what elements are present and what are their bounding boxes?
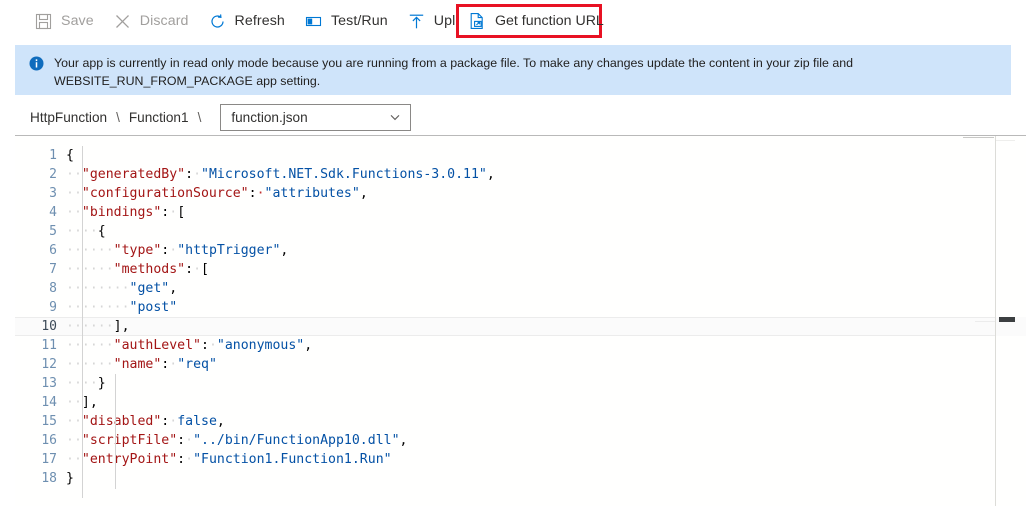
chevron-down-icon	[388, 110, 402, 124]
indent-guide-2	[115, 374, 116, 489]
minimap-slider[interactable]	[996, 140, 1015, 141]
test-run-button[interactable]: Test/Run	[298, 6, 397, 36]
code-line[interactable]: 17 ··"entryPoint":·"Function1.Function1.R…	[15, 450, 1026, 469]
breadcrumb-item-app[interactable]: HttpFunction	[30, 110, 107, 125]
line-text: ······"name":·"req"	[66, 357, 217, 372]
refresh-label: Refresh	[234, 13, 285, 29]
line-text: ········"get",	[66, 281, 178, 296]
refresh-icon	[208, 12, 227, 31]
breadcrumb-item-function[interactable]: Function1	[129, 110, 189, 125]
code-lines: 1{2 ··"generatedBy":·"Microsoft.NET.Sdk.F…	[15, 146, 1026, 488]
breadcrumb-separator: \	[116, 109, 120, 125]
line-number: 5	[49, 224, 57, 239]
line-number: 18	[41, 471, 57, 486]
discard-label: Discard	[139, 13, 189, 29]
code-line[interactable]: 8 ········"get",	[15, 279, 1026, 298]
test-run-icon	[304, 12, 323, 31]
save-button[interactable]: Save	[28, 6, 103, 36]
breadcrumb-separator-2: \	[197, 109, 202, 125]
refresh-button[interactable]: Refresh	[202, 6, 294, 36]
get-function-url-icon	[468, 12, 486, 31]
discard-icon	[113, 12, 132, 31]
line-text: ··"bindings":·[	[66, 205, 186, 220]
line-number: 6	[49, 243, 57, 258]
line-number: 7	[49, 262, 57, 277]
line-text: ··"entryPoint":·"Function1.Function1.Run…	[66, 452, 392, 467]
line-number: 4	[49, 205, 57, 220]
info-icon	[29, 56, 44, 71]
code-line[interactable]: 14 ··],	[15, 393, 1026, 412]
line-text: ··"disabled":·false,	[66, 414, 225, 429]
line-text: {	[66, 148, 74, 163]
save-icon	[34, 12, 53, 31]
code-line[interactable]: 1{	[15, 146, 1026, 165]
line-number: 14	[41, 395, 57, 410]
code-line[interactable]: 7 ······"methods":·[	[15, 260, 1026, 279]
save-label: Save	[61, 13, 94, 29]
code-line[interactable]: 12 ······"name":·"req"	[15, 355, 1026, 374]
code-line[interactable]: 3 ··"configurationSource":·"attributes",	[15, 184, 1026, 203]
line-number: 11	[41, 338, 57, 353]
upload-icon	[407, 12, 426, 31]
line-number: 8	[49, 281, 57, 296]
line-text: ····}	[66, 376, 106, 391]
editor-top-edge-line	[963, 137, 994, 138]
test-run-label: Test/Run	[330, 13, 388, 29]
code-line[interactable]: 4 ··"bindings":·[	[15, 203, 1026, 222]
overview-ruler-marker[interactable]	[999, 317, 1015, 322]
line-text: ······"type":·"httpTrigger",	[66, 243, 289, 258]
line-text: ····{	[66, 224, 106, 239]
code-line[interactable]: 10 ······],	[15, 317, 1026, 336]
line-text: ··"scriptFile":·"../bin/FunctionApp10.dl…	[66, 433, 408, 448]
code-line[interactable]: 16 ··"scriptFile":·"../bin/FunctionApp10.…	[15, 431, 1026, 450]
line-number: 2	[49, 167, 57, 182]
minimap-border[interactable]	[995, 136, 996, 506]
discard-button[interactable]: Discard	[107, 6, 198, 36]
code-line[interactable]: 11 ······"authLevel":·"anonymous",	[15, 336, 1026, 355]
line-text: ······],	[66, 319, 130, 334]
read-only-banner-text: Your app is currently in read only mode …	[54, 56, 854, 88]
file-select-value: function.json	[231, 109, 308, 125]
line-text: ··"generatedBy":·"Microsoft.NET.Sdk.Func…	[66, 167, 495, 182]
line-text: }	[66, 471, 74, 486]
line-number: 15	[41, 414, 57, 429]
get-function-url-button[interactable]: Get function URL	[456, 4, 604, 38]
line-number: 10	[41, 319, 57, 334]
code-line[interactable]: 18}	[15, 469, 1026, 488]
function-editor-page: Save Discard Refresh Test/Run Get functi…	[0, 0, 1026, 506]
line-number: 16	[41, 433, 57, 448]
code-line[interactable]: 2 ··"generatedBy":·"Microsoft.NET.Sdk.Fun…	[15, 165, 1026, 184]
indent-guide-1	[82, 146, 83, 498]
code-line[interactable]: 5 ····{	[15, 222, 1026, 241]
line-text: ··],	[66, 395, 98, 410]
line-text: ······"authLevel":·"anonymous",	[66, 338, 313, 353]
line-number: 9	[49, 300, 57, 315]
line-text: ··"configurationSource":·"attributes",	[66, 186, 368, 201]
file-select-dropdown[interactable]: function.json	[220, 103, 412, 131]
line-text: ······"methods":·[	[66, 262, 209, 277]
line-number: 3	[49, 186, 57, 201]
active-line-right-rule	[975, 321, 995, 322]
code-editor[interactable]: 1{2 ··"generatedBy":·"Microsoft.NET.Sdk.F…	[15, 136, 1026, 506]
code-line[interactable]: 15 ··"disabled":·false,	[15, 412, 1026, 431]
line-number: 17	[41, 452, 57, 467]
line-number: 13	[41, 376, 57, 391]
code-line[interactable]: 9 ········"post"	[15, 298, 1026, 317]
breadcrumb: HttpFunction \ Function1 \ function.json	[0, 98, 1026, 136]
get-function-url-label: Get function URL	[495, 13, 604, 29]
line-text: ········"post"	[66, 300, 178, 315]
read-only-info-banner: Your app is currently in read only mode …	[15, 45, 1011, 95]
code-line[interactable]: 13 ····}	[15, 374, 1026, 393]
line-number: 12	[41, 357, 57, 372]
code-line[interactable]: 6 ······"type":·"httpTrigger",	[15, 241, 1026, 260]
line-number: 1	[49, 148, 57, 163]
